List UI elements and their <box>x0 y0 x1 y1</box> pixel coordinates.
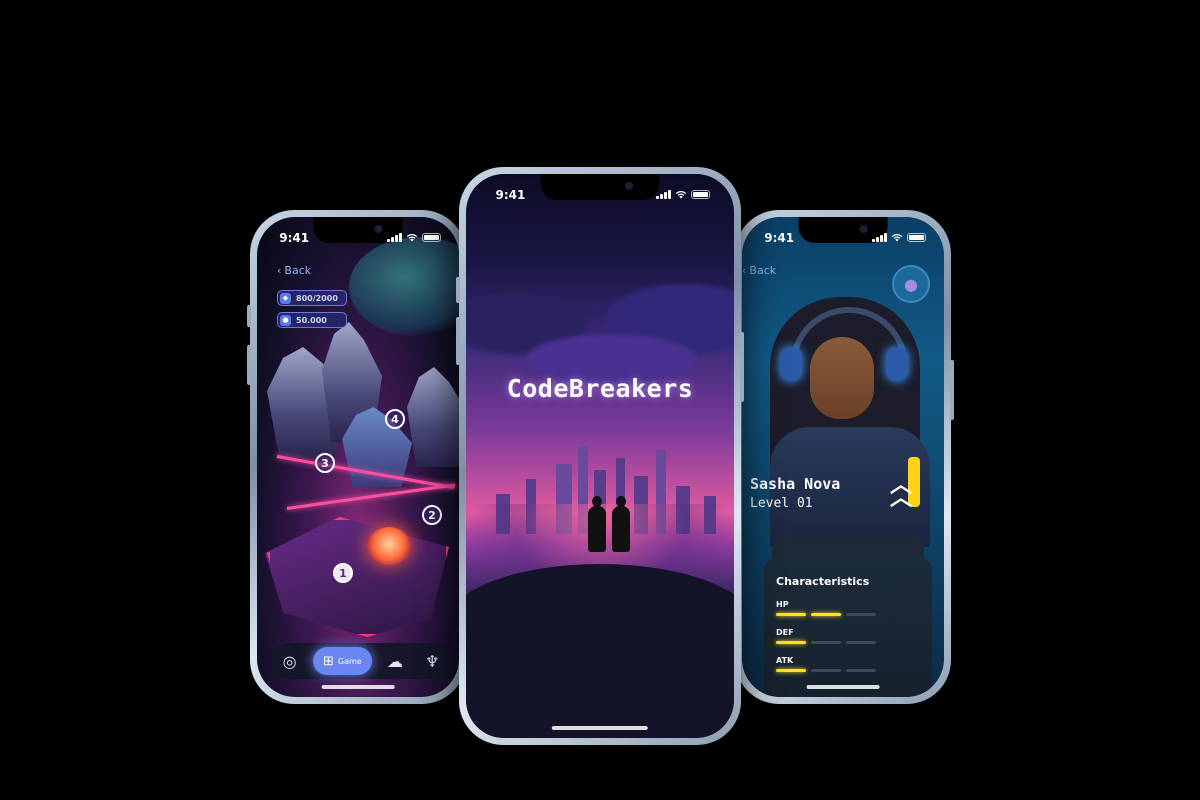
level-node-1[interactable]: 1 <box>333 563 353 583</box>
characteristics-card: Characteristics HP DEF ATK <box>764 557 932 697</box>
gem-icon: ◆ <box>280 292 291 304</box>
stat-label: DEF <box>776 628 794 637</box>
back-label: Back <box>284 264 312 277</box>
stat-segment-filled <box>776 669 806 672</box>
stat-segment-empty <box>811 641 841 644</box>
power-button <box>740 332 744 402</box>
map-screen: 9:41 ‹ Back ◆ 800/2000 ● 50.000 1 2 3 4 … <box>257 217 459 697</box>
stat-segment-filled <box>811 613 841 616</box>
wifi-icon <box>891 233 903 242</box>
power-button <box>950 360 954 420</box>
wifi-icon <box>675 190 687 199</box>
app-title: CodeBreakers <box>506 374 694 403</box>
signal-icon <box>872 233 887 242</box>
status-time: 9:41 <box>495 188 526 202</box>
stat-label: ATK <box>776 656 794 665</box>
profile-avatar-button[interactable]: ● <box>892 265 930 303</box>
trophy-icon[interactable]: ♆ <box>418 652 446 671</box>
stat-def: DEF <box>776 628 920 644</box>
side-button <box>456 277 460 303</box>
right-phone: 9:41 ‹ Back ● Sasha Nova Level 01 ︿ ︿ Ch… <box>735 210 954 704</box>
stat-bar <box>776 669 920 672</box>
target-icon[interactable]: ◎ <box>276 652 304 671</box>
battery-icon <box>906 233 926 242</box>
gems-counter: ◆ 800/2000 <box>277 290 347 306</box>
back-button[interactable]: ‹ Back <box>742 264 776 277</box>
status-time: 9:41 <box>764 231 795 245</box>
character-name-block: Sasha Nova Level 01 <box>750 475 840 511</box>
stat-label: HP <box>776 600 789 609</box>
stat-hp: HP <box>776 600 920 616</box>
tab-game-label: Game <box>337 656 362 666</box>
side-button <box>247 305 251 327</box>
coin-icon: ● <box>280 314 291 326</box>
status-bar: 9:41 <box>257 231 459 247</box>
tab-game[interactable]: ⊞ Game <box>312 647 372 675</box>
character-silhouette <box>588 496 606 552</box>
gems-value: 800/2000 <box>296 293 338 303</box>
stat-bar <box>776 641 920 644</box>
planet-scenery <box>349 237 459 337</box>
stat-segment-empty <box>846 669 876 672</box>
back-label: Back <box>749 264 777 277</box>
volume-button <box>456 317 460 365</box>
character-name: Sasha Nova <box>750 475 841 493</box>
level-up-chevron-icon[interactable]: ︿ ︿ <box>890 474 912 510</box>
coins-value: 50.000 <box>296 315 327 325</box>
coins-counter: ● 50.000 <box>277 312 347 328</box>
status-bar: 9:41 <box>742 231 944 247</box>
battery-icon <box>690 190 710 199</box>
signal-icon <box>387 233 402 242</box>
bottom-tab-bar: ◎ ⊞ Game ☁ ♆ <box>271 643 451 679</box>
hilltop <box>466 564 734 738</box>
stat-atk: ATK <box>776 656 920 672</box>
level-node-2[interactable]: 2 <box>422 505 442 525</box>
chevron-left-icon: ‹ <box>277 264 282 277</box>
stat-segment-empty <box>811 669 841 672</box>
character-screen: 9:41 ‹ Back ● Sasha Nova Level 01 ︿ ︿ Ch… <box>742 217 944 697</box>
wifi-icon <box>406 233 418 242</box>
battery-icon <box>421 233 441 242</box>
home-indicator <box>321 685 395 689</box>
portal-orb <box>367 527 411 565</box>
volume-button <box>247 345 251 385</box>
status-bar: 9:41 <box>466 188 734 204</box>
splash-screen: 9:41 CodeBreakers <box>466 174 734 738</box>
stat-segment-empty <box>846 641 876 644</box>
island-edge-glow <box>267 517 449 637</box>
left-phone: 9:41 ‹ Back ◆ 800/2000 ● 50.000 1 2 3 4 … <box>247 210 466 704</box>
stat-segment-empty <box>846 613 876 616</box>
cloud-icon[interactable]: ☁ <box>381 652 409 671</box>
home-indicator <box>806 685 880 689</box>
chevron-left-icon: ‹ <box>742 264 747 277</box>
signal-icon <box>656 190 671 199</box>
home-indicator <box>551 726 649 730</box>
back-button[interactable]: ‹ Back <box>277 264 311 277</box>
center-phone: 9:41 CodeBreakers <box>456 167 744 745</box>
mountain <box>407 367 459 467</box>
gamepad-icon: ⊞ <box>322 653 334 669</box>
level-node-4[interactable]: 4 <box>385 409 405 429</box>
stat-segment-filled <box>776 641 806 644</box>
level-node-3[interactable]: 3 <box>315 453 335 473</box>
character-silhouette <box>612 496 630 552</box>
status-time: 9:41 <box>279 231 310 245</box>
characteristics-title: Characteristics <box>776 575 870 588</box>
stat-segment-filled <box>776 613 806 616</box>
stat-bar <box>776 613 920 616</box>
avatar-icon: ● <box>904 274 918 294</box>
character-level: Level 01 <box>750 496 813 511</box>
